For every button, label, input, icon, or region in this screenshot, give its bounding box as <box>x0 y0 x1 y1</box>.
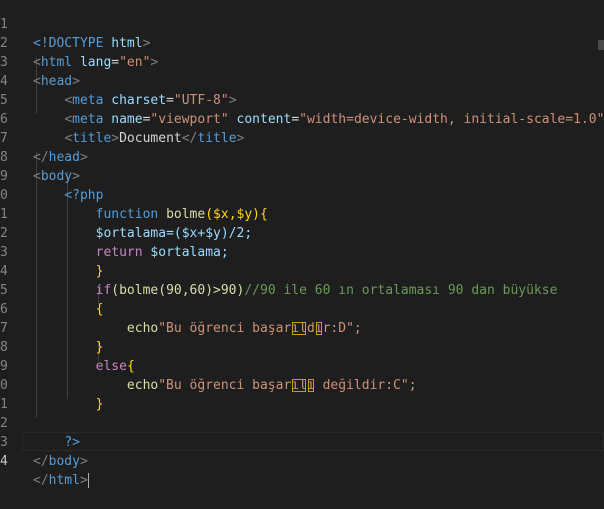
line-number: 4 <box>0 454 8 469</box>
scrollbar-marker[interactable] <box>598 40 604 50</box>
code-line[interactable]: 3 </body> <box>0 414 604 469</box>
code-line[interactable]: 4 <meta charset="UTF-8"> <box>0 53 604 108</box>
text-cursor <box>87 473 89 488</box>
code-line[interactable]: 8 else{ <box>0 319 604 374</box>
code-line[interactable]: 1 $ortalama=($x+$y)/2; <box>0 186 604 241</box>
code-content: </body> <box>33 454 88 469</box>
code-line[interactable]: 7 } <box>0 300 604 355</box>
code-line[interactable]: 7 </head> <box>0 110 604 165</box>
code-line[interactable]: 6 <title>Document</title> <box>0 91 604 146</box>
code-line[interactable]: 4 if(bolme(90,60)>90)//90 ile 60 ın orta… <box>0 243 604 298</box>
code-line[interactable]: 2 ?> <box>0 395 604 450</box>
code-line[interactable]: 8 <body> <box>0 129 604 184</box>
code-line[interactable]: 0 } <box>0 357 604 412</box>
code-line[interactable]: 2 <html lang="en"> <box>0 15 604 70</box>
code-editor[interactable]: 1 <!DOCTYPE html> 2 <html lang="en"> 3 <… <box>0 0 604 495</box>
code-line[interactable]: 9 <?php <box>0 148 604 203</box>
code-line[interactable]: 1 <box>0 376 604 412</box>
code-content: </html> <box>33 473 89 488</box>
code-line[interactable]: 0 function bolme($x,$y){ <box>0 167 604 222</box>
code-line[interactable]: 5 { <box>0 262 604 317</box>
code-line[interactable]: 3 } <box>0 224 604 279</box>
code-line[interactable]: 5 <meta name="viewport" content="width=d… <box>0 72 604 127</box>
code-line[interactable]: 1 <!DOCTYPE html> <box>0 0 604 51</box>
code-line[interactable]: 4 </html> <box>0 433 604 488</box>
code-line[interactable]: 6 echo"Bu öğrenci başarıldır:D"; <box>0 281 604 336</box>
code-line[interactable]: 3 <head> <box>0 34 604 89</box>
code-line[interactable]: 9 echo"Bu öğrenci başarılı değildir:C"; <box>0 338 604 393</box>
code-line[interactable]: 2 return $ortalama; <box>0 205 604 260</box>
